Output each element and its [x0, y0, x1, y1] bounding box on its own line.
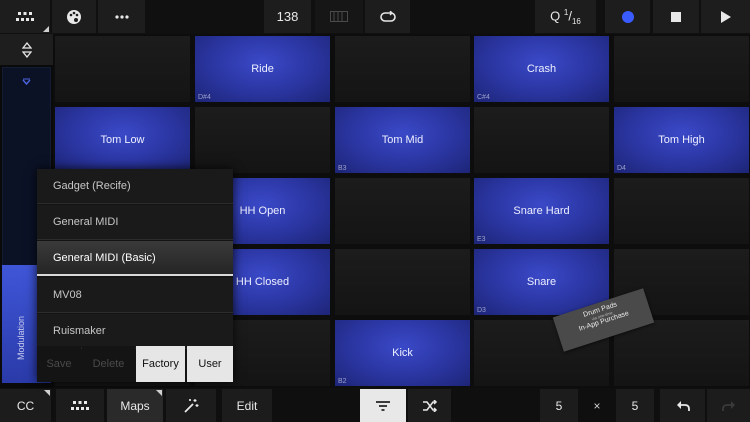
drum-pad[interactable]: Tom Low	[55, 107, 190, 173]
map-item-ruismaker[interactable]: Ruismaker	[37, 314, 233, 349]
pad-name: Snare Hard	[513, 205, 570, 217]
drum-pad[interactable]: Tom Mid B3	[335, 107, 470, 173]
drum-pad[interactable]	[614, 36, 749, 102]
tempo-button[interactable]: 138	[264, 0, 311, 33]
factory-button[interactable]: Factory	[136, 346, 185, 382]
play-icon	[720, 10, 731, 23]
record-button[interactable]	[605, 0, 650, 33]
pad-layout-button[interactable]	[56, 389, 104, 422]
quantize-button[interactable]: Q 1/16	[535, 0, 596, 33]
edit-button[interactable]: Edit	[222, 389, 272, 422]
map-item-gadget-recife[interactable]: Gadget (Recife)	[37, 169, 233, 204]
up-down-arrows-icon	[21, 41, 32, 58]
drum-pad[interactable]	[614, 320, 749, 386]
save-button[interactable]: Save	[37, 346, 81, 382]
pad-note: D#4	[198, 94, 211, 101]
undo-icon	[676, 400, 690, 411]
slider-label: Modulation	[16, 315, 26, 360]
drum-pad[interactable]	[195, 107, 330, 173]
magic-wand-button[interactable]	[166, 389, 216, 422]
pad-name: Kick	[392, 347, 413, 359]
drum-pad[interactable]: Crash C#4	[474, 36, 609, 102]
drum-pad[interactable]: Snare Hard E3	[474, 178, 609, 244]
redo-button[interactable]	[707, 389, 750, 422]
map-item-general-midi[interactable]: General MIDI	[37, 205, 233, 240]
pad-note: B3	[338, 165, 347, 172]
filter-button[interactable]	[360, 389, 406, 422]
map-item-mv08[interactable]: MV08	[37, 278, 233, 313]
maps-button[interactable]: Maps	[107, 389, 163, 422]
play-button[interactable]	[701, 0, 750, 33]
quantize-numerator: 1	[563, 7, 569, 17]
shuffle-button[interactable]	[408, 389, 451, 422]
pad-note: D3	[477, 307, 486, 314]
pad-note: C#4	[477, 94, 490, 101]
undo-button[interactable]	[660, 389, 705, 422]
drum-pad[interactable]	[335, 178, 470, 244]
pad-grid-icon	[71, 400, 89, 410]
magic-wand-icon	[184, 398, 199, 413]
more-icon	[114, 14, 129, 19]
drum-pad[interactable]: Tom High D4	[614, 107, 749, 173]
pad-name: Tom High	[658, 134, 705, 146]
drum-pad[interactable]	[474, 107, 609, 173]
quantize-prefix: Q	[550, 7, 561, 23]
loop-button[interactable]	[365, 0, 410, 33]
drum-pad[interactable]	[335, 36, 470, 102]
drum-pad[interactable]	[55, 36, 190, 102]
pad-name: Tom Low	[100, 134, 145, 146]
filter-icon	[376, 400, 390, 411]
pad-name: Snare	[526, 276, 557, 288]
redo-icon	[721, 400, 735, 411]
map-item-general-midi-basic[interactable]: General MIDI (Basic)	[37, 241, 233, 276]
cc-button[interactable]: CC	[0, 389, 51, 422]
grid-rows-button[interactable]: 5	[616, 389, 654, 422]
pad-note: E3	[477, 236, 486, 243]
pads-mode-button[interactable]	[0, 0, 50, 33]
pad-grid-icon	[16, 11, 34, 21]
stop-button[interactable]	[653, 0, 699, 33]
more-button[interactable]	[98, 0, 145, 33]
record-icon	[621, 10, 634, 23]
drum-pad[interactable]	[335, 249, 470, 315]
slider-arrow-icon	[22, 78, 31, 86]
drum-pad[interactable]	[614, 178, 749, 244]
quantize-denominator: 16	[571, 16, 581, 26]
drum-pad[interactable]: Ride D#4	[195, 36, 330, 102]
palette-button[interactable]	[52, 0, 96, 33]
pad-note: B2	[338, 378, 347, 385]
tempo-value: 138	[276, 9, 299, 24]
grid-columns-button[interactable]: 5	[540, 389, 578, 422]
loop-icon	[379, 10, 396, 22]
drum-pad[interactable]: Kick B2	[335, 320, 470, 386]
delete-button[interactable]: Delete	[82, 346, 135, 382]
keyboard-icon	[330, 11, 348, 22]
map-menu-actions: Save Delete Factory User	[37, 346, 233, 382]
top-toolbar: 138 Q 1/16	[0, 0, 750, 34]
pad-note: D4	[617, 165, 626, 172]
pad-name: Crash	[526, 63, 557, 75]
pad-name: Tom Mid	[381, 134, 424, 146]
updown-toggle-button[interactable]	[0, 34, 53, 65]
stop-icon	[671, 11, 681, 22]
pad-name: Ride	[251, 63, 274, 75]
times-label: ×	[580, 389, 614, 422]
shuffle-icon	[422, 399, 437, 412]
user-button[interactable]: User	[187, 346, 233, 382]
quantize-label: Q 1/16	[550, 7, 581, 26]
palette-icon	[67, 9, 81, 24]
keyboard-button[interactable]	[315, 0, 363, 33]
